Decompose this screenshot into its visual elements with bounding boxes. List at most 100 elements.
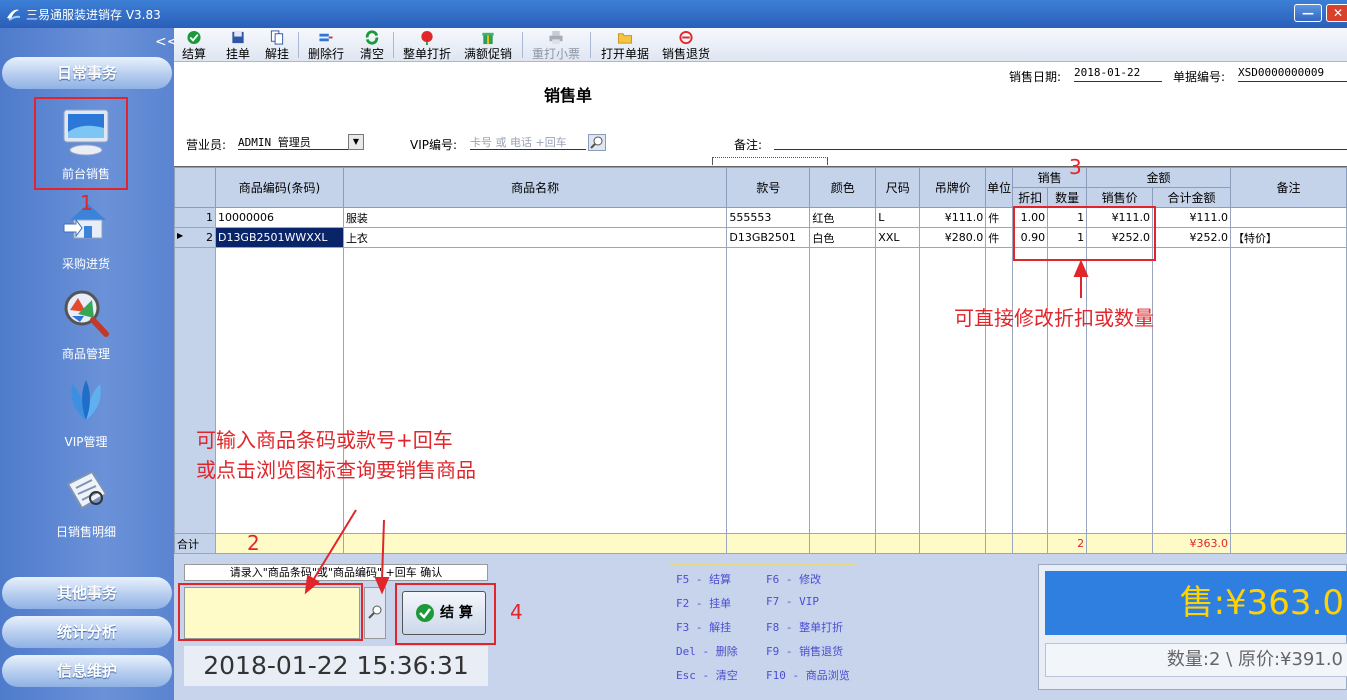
product-browse-button[interactable]	[364, 587, 386, 639]
sales-grid: 商品编码(条码) 商品名称 款号 颜色 尺码 吊牌价 单位 销售 金额 备注 折…	[174, 166, 1347, 554]
sidebar-header-daily[interactable]: 日常事务	[2, 57, 172, 89]
sales-table: 商品编码(条码) 商品名称 款号 颜色 尺码 吊牌价 单位 销售 金额 备注 折…	[174, 167, 1347, 554]
note-input[interactable]	[774, 134, 1347, 150]
cell-total[interactable]: ¥111.0	[1152, 207, 1231, 228]
promotion-button[interactable]: 满额促销	[462, 30, 514, 61]
header-name[interactable]: 商品名称	[342, 167, 728, 208]
sale-date-label: 销售日期:	[1009, 70, 1062, 84]
sidebar-header-info[interactable]: 信息维护	[2, 655, 172, 687]
page-title: 销售单	[544, 86, 593, 105]
total-panel: 售:¥363.0 数量:2 \ 原价:¥391.0	[1038, 564, 1347, 690]
cell-remark[interactable]: 【特价】	[1230, 227, 1347, 248]
sidebar-item-label: VIP管理	[64, 435, 108, 449]
header-remark[interactable]: 备注	[1230, 167, 1347, 208]
header-sale-price[interactable]: 销售价	[1086, 187, 1154, 208]
header-size[interactable]: 尺码	[875, 167, 921, 208]
save-icon	[232, 31, 244, 44]
sidebar-item-vip[interactable]: VIP管理	[30, 368, 142, 454]
order-discount-button[interactable]: 整单打折	[401, 30, 453, 61]
header-qty[interactable]: 数量	[1047, 187, 1088, 208]
printer-icon	[549, 30, 563, 45]
cell-style[interactable]: D13GB2501	[726, 227, 811, 248]
delete-row-button[interactable]: 删除行	[306, 30, 346, 61]
clerk-dropdown-button[interactable]: ▼	[348, 134, 364, 150]
hotkey-item: F9 - 销售退货	[766, 645, 844, 658]
open-document-button[interactable]: 打开单据	[599, 30, 651, 61]
vip-search-button[interactable]	[588, 134, 606, 151]
gift-icon	[482, 32, 494, 45]
hotkey-item: F2 - 挂单	[676, 597, 732, 610]
cell-tag-price[interactable]: ¥111.0	[919, 207, 987, 228]
hold-order-button[interactable]: 挂单	[224, 30, 252, 61]
cell-unit[interactable]: 件	[985, 207, 1014, 228]
report-icon	[66, 470, 108, 510]
header-unit[interactable]: 单位	[985, 167, 1014, 208]
vip-input[interactable]: 卡号 或 电话 +回车	[470, 134, 586, 150]
header-tag-price[interactable]: 吊牌价	[919, 167, 987, 208]
cell-size[interactable]: XXL	[875, 227, 921, 248]
annotation-box-discount-qty	[1013, 206, 1156, 261]
header-color[interactable]: 颜色	[809, 167, 877, 208]
sale-date-field[interactable]: 2018-01-22	[1074, 66, 1162, 82]
splitter-handle[interactable]	[712, 157, 828, 165]
annotation-box-barcode	[178, 583, 363, 641]
copy-icon	[270, 30, 284, 45]
vip-leaf-icon	[71, 380, 101, 420]
clerk-select[interactable]: ADMIN 管理员	[238, 134, 348, 150]
app-logo-icon	[7, 9, 21, 21]
folder-icon	[617, 33, 633, 44]
sale-total-display: 售:¥363.0	[1045, 571, 1347, 635]
annotation-input-hint-1: 可输入商品条码或款号+回车	[196, 428, 453, 452]
minimize-button[interactable]: —	[1294, 4, 1322, 22]
hotkey-panel: F5 - 结算 F6 - 修改 F2 - 挂单 F7 - VIP F3 - 解挂…	[669, 564, 856, 686]
cell-remark[interactable]	[1230, 207, 1347, 228]
cell-code[interactable]: 10000006	[214, 207, 344, 228]
cell-tag-price[interactable]: ¥280.0	[919, 227, 987, 248]
doc-number-field[interactable]: XSD0000000009	[1238, 66, 1347, 82]
header-total[interactable]: 合计金额	[1152, 187, 1231, 208]
sidebar-item-label: 日销售明细	[55, 525, 116, 539]
header-style[interactable]: 款号	[726, 167, 811, 208]
cell-name[interactable]: 上衣	[342, 227, 728, 248]
sidebar-item-daily-sales[interactable]: 日销售明细	[30, 458, 142, 544]
sidebar-header-other[interactable]: 其他事务	[2, 577, 172, 609]
clerk-label: 营业员:	[186, 138, 227, 152]
sales-return-button[interactable]: 销售退货	[660, 30, 712, 61]
annotation-input-hint-2: 或点击浏览图标查询要销售商品	[196, 458, 476, 482]
cell-style[interactable]: 555553	[726, 207, 811, 228]
input-prompt: 请录入"商品条码"或"商品编码" +回车 确认	[184, 564, 488, 581]
row-number: 1	[174, 207, 216, 228]
reprint-receipt-button[interactable]: 重打小票	[530, 30, 582, 61]
sidebar-item-products[interactable]: 商品管理	[30, 280, 142, 366]
cell-color[interactable]: 白色	[809, 227, 877, 248]
totals-amount: ¥363.0	[1152, 533, 1231, 554]
cell-code[interactable]: D13GB2501WWXXL	[214, 227, 344, 248]
sidebar-header-stats[interactable]: 统计分析	[2, 616, 172, 648]
cell-unit[interactable]: 件	[985, 227, 1014, 248]
current-row-indicator: ▶	[177, 231, 184, 240]
cell-size[interactable]: L	[875, 207, 921, 228]
delete-row-icon	[319, 33, 333, 42]
close-button[interactable]: ✕	[1326, 4, 1347, 22]
doc-number-label: 单据编号:	[1173, 70, 1226, 84]
annotation-box-checkout	[395, 583, 496, 645]
toolbar-separator	[298, 32, 299, 58]
table-row[interactable]: 1 10000006 服装 555553 红色 L ¥111.0 件 1.00 …	[174, 207, 1347, 228]
annotation-number-2: 2	[247, 531, 260, 555]
header-code[interactable]: 商品编码(条码)	[214, 167, 344, 208]
hotkey-item: F5 - 结算	[676, 573, 732, 586]
checkout-toolbar-button[interactable]: 结算	[180, 30, 208, 61]
sidebar-item-label: 商品管理	[61, 347, 110, 361]
resume-order-button[interactable]: 解挂	[263, 30, 291, 61]
totals-qty: 2	[1047, 533, 1088, 554]
clear-button[interactable]: 清空	[358, 30, 386, 61]
header-discount[interactable]: 折扣	[1012, 187, 1049, 208]
cell-total[interactable]: ¥252.0	[1152, 227, 1231, 248]
search-icon	[590, 136, 603, 149]
toolbar-separator	[522, 32, 523, 58]
table-row[interactable]: ▶ 2 D13GB2501WWXXL 上衣 D13GB2501 白色 XXL ¥2…	[174, 227, 1347, 248]
search-icon	[368, 605, 382, 619]
cell-name[interactable]: 服装	[342, 207, 728, 228]
row-number: ▶ 2	[174, 227, 216, 248]
cell-color[interactable]: 红色	[809, 207, 877, 228]
